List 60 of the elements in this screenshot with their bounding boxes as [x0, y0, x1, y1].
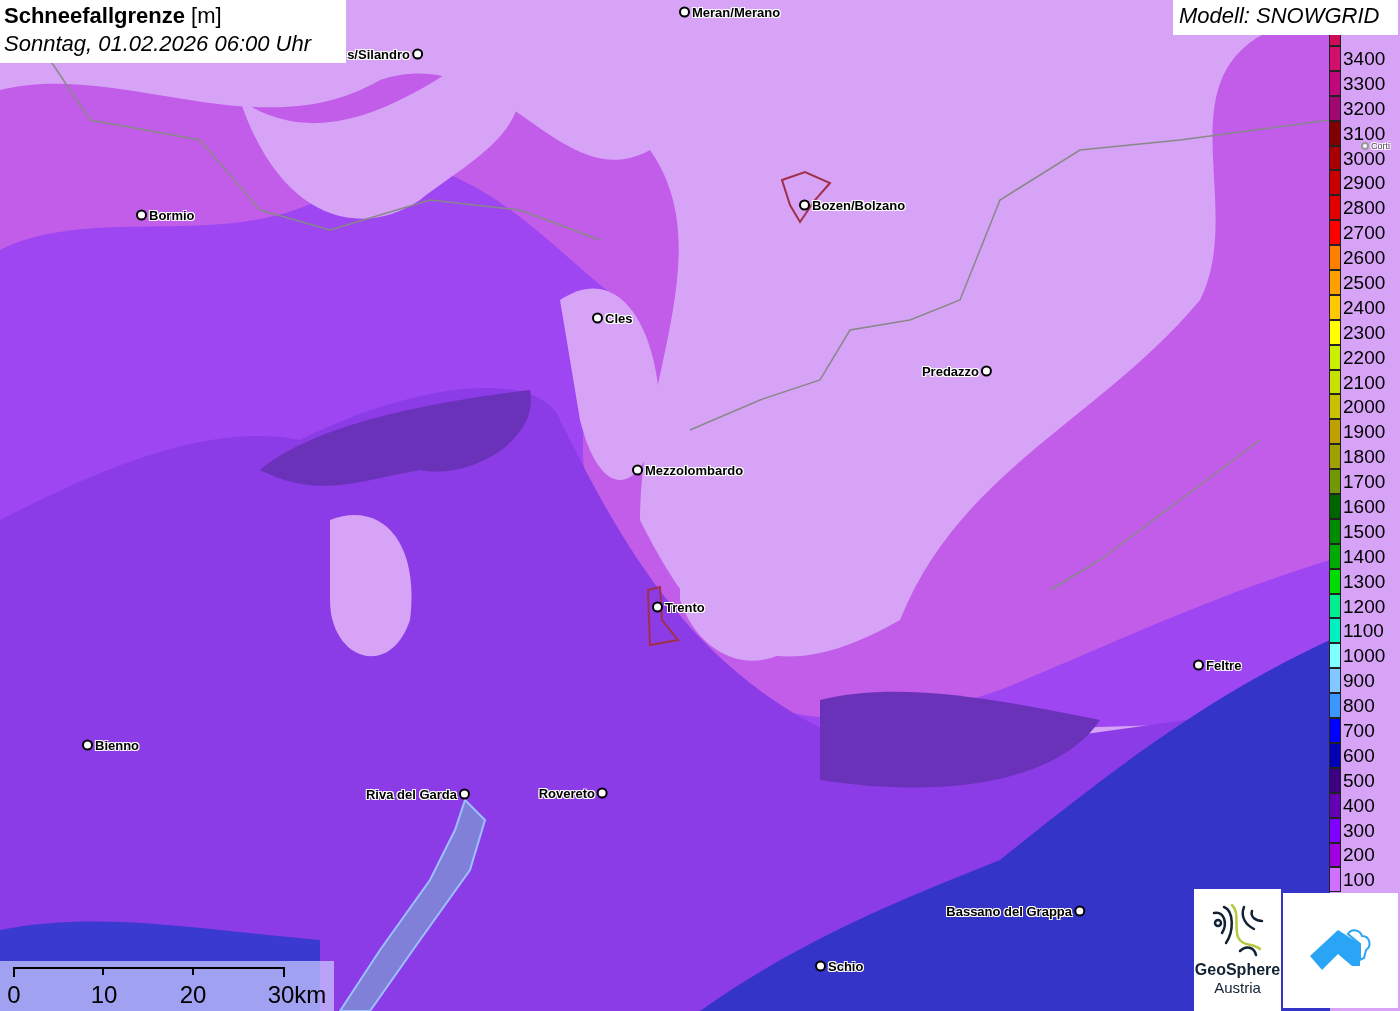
map-title: Schneefallgrenze [m] [4, 2, 223, 30]
city-label: Bozen/Bolzano [812, 197, 906, 213]
legend-label: 1400 [1343, 547, 1386, 565]
city-label: Schio [828, 958, 864, 974]
city-label: s/Silandro [347, 46, 410, 62]
scale-label: 30km [267, 981, 327, 1009]
legend-label: 1300 [1343, 572, 1386, 590]
legend-label: 2000 [1343, 398, 1386, 416]
legend-label: 3400 [1343, 49, 1386, 67]
city-label: Bienno [95, 737, 140, 753]
scale-label: 20 [179, 981, 207, 1009]
city-label: Cles [605, 310, 633, 326]
legend-label: 1900 [1343, 423, 1386, 441]
legend-label: 300 [1343, 821, 1375, 839]
city-label: Bormio [149, 207, 195, 223]
scale-label: 10 [90, 981, 118, 1009]
scale-ruler-icon [12, 966, 287, 978]
legend-label: 3100 [1343, 124, 1386, 142]
legend-label: 500 [1343, 771, 1375, 789]
legend-swatch [1329, 35, 1341, 46]
legend-label: 3000 [1343, 149, 1386, 167]
legend-label: 2100 [1343, 373, 1386, 391]
legend-label: 1500 [1343, 522, 1386, 540]
legend-label: 2200 [1343, 348, 1386, 366]
legend-label: 200 [1343, 846, 1375, 864]
city-label: Bassano del Grappa [946, 903, 1072, 919]
legend-label: 800 [1343, 697, 1375, 715]
legend-label: 2400 [1343, 298, 1386, 316]
legend-label: 3300 [1343, 74, 1386, 92]
legend-label: 2300 [1343, 323, 1386, 341]
legend-label: 100 [1343, 871, 1375, 889]
legend-label: 2800 [1343, 199, 1386, 217]
legend-label: 1600 [1343, 497, 1386, 515]
logo-country: Austria [1214, 979, 1261, 997]
city-label: Riva del Garda [365, 786, 457, 802]
legend-label: 1800 [1343, 448, 1386, 466]
legend-label: 1100 [1343, 622, 1384, 640]
legend-label: 2700 [1343, 224, 1386, 242]
logo-name: GeoSphere [1194, 961, 1281, 979]
forecast-datetime: Sonntag, 01.02.2026 06:00 Uhr [4, 30, 313, 58]
city-label: Meran/Merano [692, 4, 781, 20]
legend-label: 700 [1343, 722, 1375, 739]
city-label: Trento [665, 599, 705, 615]
legend-label: 2900 [1343, 174, 1386, 192]
city-label: Rovereto [538, 785, 595, 801]
legend-label: 1700 [1343, 473, 1386, 491]
legend-label: 400 [1343, 796, 1375, 814]
legend-label: 900 [1343, 672, 1375, 690]
legend-label: 2500 [1343, 273, 1386, 291]
city-label: Feltre [1206, 657, 1242, 673]
legend-label: 1200 [1343, 597, 1386, 615]
city-label: Corti [1371, 141, 1390, 150]
legend-label: 3200 [1343, 99, 1386, 117]
city-label: Predazzo [921, 363, 979, 379]
scale-label: 0 [7, 981, 21, 1009]
legend-label: 1000 [1343, 647, 1386, 665]
model-label: Modell: SNOWGRID [1173, 0, 1398, 35]
city-label: Mezzolombardo [645, 462, 744, 478]
legend-label: 600 [1343, 746, 1375, 764]
legend-label: 2600 [1343, 249, 1386, 267]
